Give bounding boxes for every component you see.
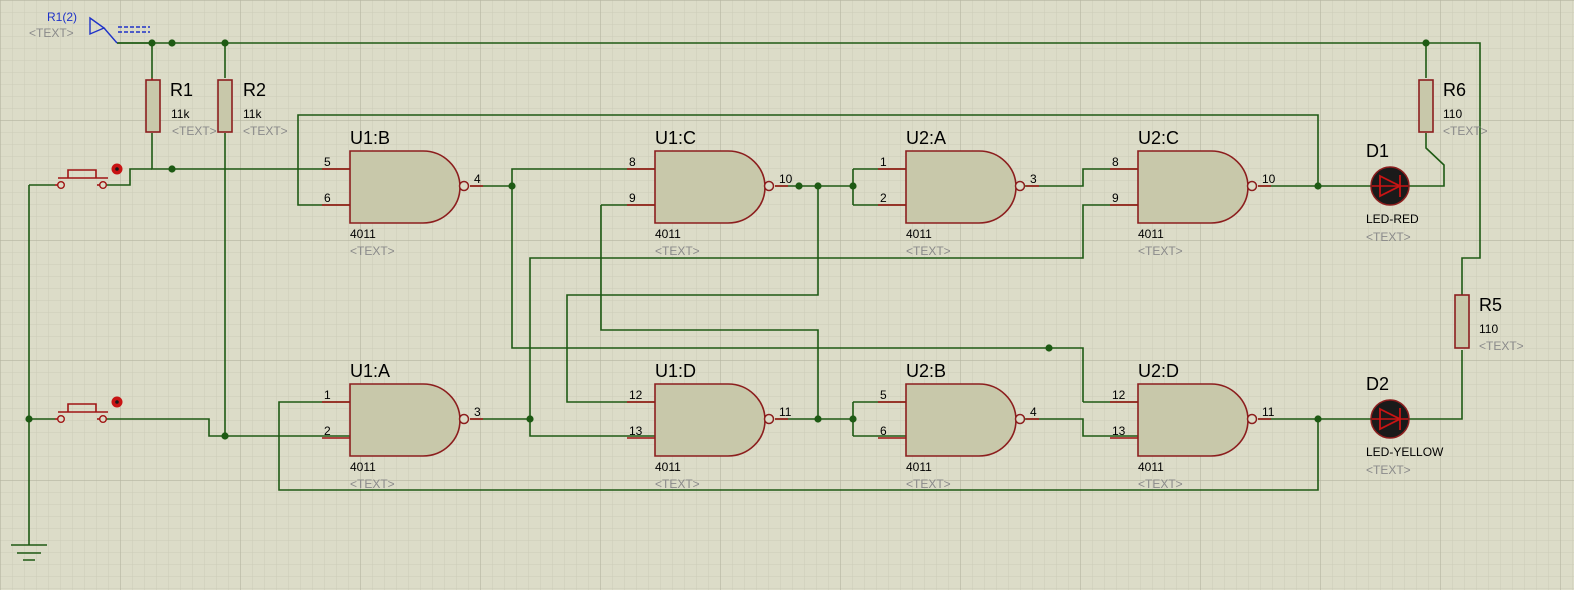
resistor-text: <TEXT> [1479, 339, 1524, 353]
pin-number: 10 [779, 172, 793, 186]
pin-number: 4 [1030, 405, 1037, 419]
pin-number: 10 [1262, 172, 1276, 186]
gate-text: <TEXT> [350, 477, 395, 491]
pin-number: 12 [629, 388, 643, 402]
terminal-text: <TEXT> [29, 26, 74, 40]
gate-text: <TEXT> [906, 244, 951, 258]
resistor-text: <TEXT> [243, 124, 288, 138]
pin-number: 1 [324, 388, 331, 402]
resistor-name: R1 [170, 80, 193, 100]
gate-text: <TEXT> [1138, 477, 1183, 491]
nand-gate-icon [654, 150, 766, 224]
gate-part: 4011 [1138, 227, 1164, 241]
nand-gate-icon [905, 383, 1017, 457]
pin-number: 9 [1112, 191, 1119, 205]
gate-name: U2:D [1138, 361, 1179, 381]
pin-number: 4 [474, 172, 481, 186]
resistor-text: <TEXT> [1443, 124, 1488, 138]
pin-number: 5 [880, 388, 887, 402]
pin-number: 2 [880, 191, 887, 205]
nand-gate-icon [349, 383, 461, 457]
gate-text: <TEXT> [655, 477, 700, 491]
gate-name: U2:C [1138, 128, 1179, 148]
gate-part: 4011 [906, 460, 932, 474]
led-name: D2 [1366, 374, 1389, 394]
gate-name: U2:A [906, 128, 946, 148]
gate-part: 4011 [906, 227, 932, 241]
gate-part: 4011 [350, 227, 376, 241]
nand-gate-icon [1137, 383, 1249, 457]
pin-number: 1 [880, 155, 887, 169]
gate-text: <TEXT> [906, 477, 951, 491]
resistor-value: 110 [1479, 322, 1498, 336]
gate-name: U1:A [350, 361, 390, 381]
pin-number: 5 [324, 155, 331, 169]
nand-gate-icon [349, 150, 461, 224]
gate-name: U2:B [906, 361, 946, 381]
terminal-label: R1(2) [47, 10, 77, 24]
pin-number: 12 [1112, 388, 1126, 402]
pin-number: 11 [779, 405, 792, 419]
resistor-name: R5 [1479, 295, 1502, 315]
gate-name: U1:D [655, 361, 696, 381]
resistor-value: 11k [243, 107, 262, 121]
pin-number: 9 [629, 191, 636, 205]
resistor-name: R6 [1443, 80, 1466, 100]
gate-text: <TEXT> [350, 244, 395, 258]
schematic-canvas[interactable]: R1(2) <TEXT> R1 11k <TEXT> R2 11k <TEXT> [0, 0, 1574, 590]
pin-number: 6 [880, 424, 887, 438]
pin-number: 2 [324, 424, 331, 438]
led-name: D1 [1366, 141, 1389, 161]
pin-number: 11 [1262, 405, 1275, 419]
led-text: <TEXT> [1366, 230, 1411, 244]
led-text: <TEXT> [1366, 463, 1411, 477]
gate-name: U1:B [350, 128, 390, 148]
nand-gate-icon [905, 150, 1017, 224]
led-type: LED-RED [1366, 212, 1419, 226]
resistor-value: 110 [1443, 107, 1462, 121]
pin-number: 8 [629, 155, 636, 169]
resistor-value: 11k [171, 107, 190, 121]
pin-number: 3 [1030, 172, 1037, 186]
resistor-name: R2 [243, 80, 266, 100]
gate-text: <TEXT> [1138, 244, 1183, 258]
pin-number: 13 [629, 424, 643, 438]
gate-name: U1:C [655, 128, 696, 148]
led-type: LED-YELLOW [1366, 445, 1444, 459]
nand-gate-icon [654, 383, 766, 457]
gate-part: 4011 [655, 227, 681, 241]
gate-part: 4011 [350, 460, 376, 474]
pin-number: 6 [324, 191, 331, 205]
gate-text: <TEXT> [655, 244, 700, 258]
nand-gate-icon [1137, 150, 1249, 224]
pin-number: 8 [1112, 155, 1119, 169]
pin-number: 13 [1112, 424, 1126, 438]
resistor-text: <TEXT> [172, 124, 217, 138]
gate-part: 4011 [655, 460, 681, 474]
gate-part: 4011 [1138, 460, 1164, 474]
pin-number: 3 [474, 405, 481, 419]
